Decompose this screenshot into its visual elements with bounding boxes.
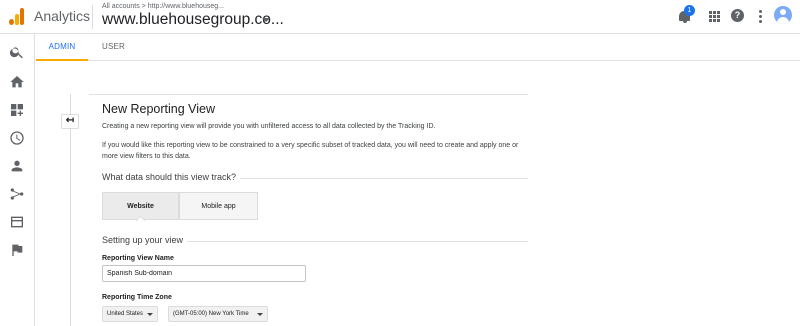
tab-user[interactable]: USER (102, 34, 125, 61)
property-selector[interactable]: www.bluehousegroup.co... (102, 11, 284, 29)
view-name-input[interactable] (102, 265, 306, 282)
country-select-value: United States (107, 311, 144, 317)
detail-text: If you would like this reporting view to… (102, 142, 519, 160)
page-title: New Reporting View (102, 102, 216, 116)
analytics-logo[interactable] (9, 7, 25, 25)
account-avatar[interactable] (774, 6, 792, 24)
notification-count-badge: 1 (684, 5, 695, 16)
country-select[interactable]: United States (102, 306, 158, 322)
back-arrow-icon[interactable]: ↤ (61, 114, 79, 129)
time-zone-label: Reporting Time Zone (102, 294, 172, 301)
chevron-down-icon (257, 313, 263, 316)
realtime-clock-icon[interactable] (9, 130, 25, 146)
mobile-app-option-button[interactable]: Mobile app (179, 192, 258, 220)
app-name: Analytics (34, 8, 91, 24)
track-section-header: What data should this view track? (102, 172, 528, 184)
help-icon[interactable]: ? (729, 7, 747, 25)
intro-text: Creating a new reporting view will provi… (102, 123, 436, 130)
setup-section-header: Setting up your view (102, 235, 528, 247)
track-heading: What data should this view track? (102, 172, 241, 182)
property-dropdown-caret-icon[interactable] (262, 18, 270, 22)
acquisition-icon[interactable] (9, 186, 25, 202)
audience-person-icon[interactable] (9, 158, 25, 174)
tab-admin[interactable]: ADMIN (36, 34, 88, 61)
mobile-app-option-label: Mobile app (201, 203, 236, 210)
website-option-button[interactable]: Website (102, 192, 179, 226)
view-name-label: Reporting View Name (102, 255, 174, 262)
behavior-icon[interactable] (9, 214, 25, 230)
apps-grid-icon[interactable] (705, 7, 723, 25)
setup-heading: Setting up your view (102, 235, 188, 245)
conversions-flag-icon[interactable] (9, 242, 25, 258)
more-options-icon[interactable] (752, 7, 770, 25)
breadcrumb[interactable]: All accounts > http://www.bluehouseg... (102, 3, 224, 10)
search-icon[interactable] (9, 44, 25, 60)
timezone-select[interactable]: (GMT-05:00) New York Time (168, 306, 268, 322)
customization-icon[interactable] (9, 102, 25, 118)
help-glyph: ? (731, 9, 744, 22)
website-option-label: Website (127, 203, 154, 210)
selected-indicator-notch (135, 215, 146, 226)
home-icon[interactable] (9, 74, 25, 90)
admin-user-tabs: ADMIN USER (36, 34, 800, 61)
chevron-down-icon (147, 313, 153, 316)
content-top-divider (89, 94, 528, 95)
timezone-select-value: (GMT-05:00) New York Time (173, 311, 249, 317)
top-header: Analytics All accounts > http://www.blue… (0, 0, 800, 34)
header-divider (92, 5, 93, 29)
left-nav-rail (0, 34, 35, 326)
